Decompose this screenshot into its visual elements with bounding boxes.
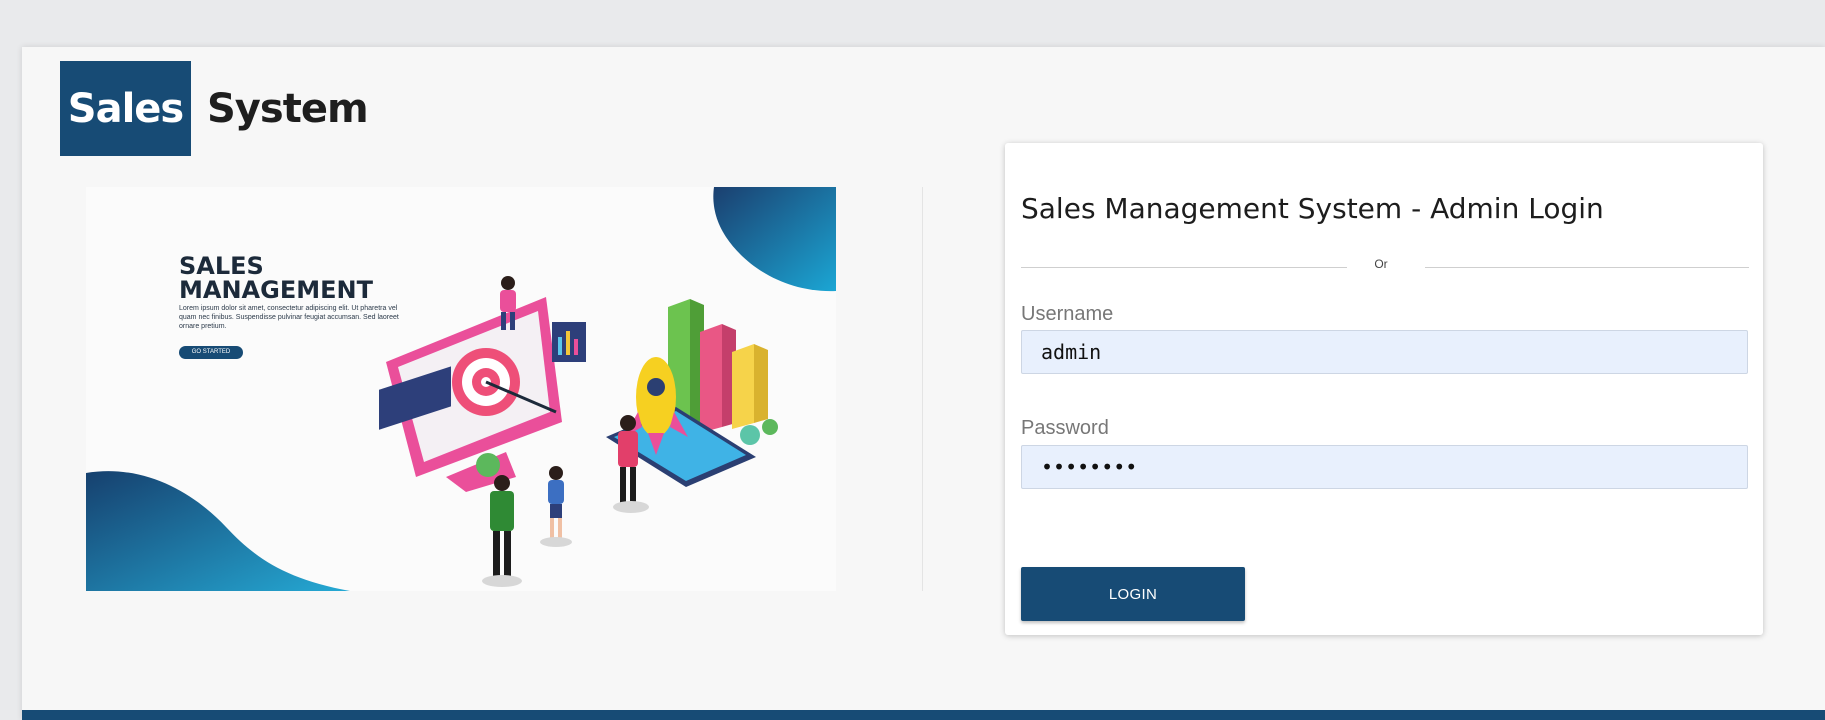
divider-line-left bbox=[1021, 267, 1347, 268]
login-button[interactable]: LOGIN bbox=[1021, 567, 1245, 621]
vertical-divider bbox=[922, 187, 923, 591]
decor-wave-top-right bbox=[713, 187, 836, 292]
page-container: Sales System SALES MANAGEMENT Lorem ipsu… bbox=[22, 47, 1825, 720]
divider-or-text: Or bbox=[1374, 257, 1388, 271]
logo-box: Sales bbox=[60, 61, 191, 156]
username-input[interactable] bbox=[1021, 330, 1748, 374]
hero-illustration: SALES MANAGEMENT Lorem ipsum dolor sit a… bbox=[86, 187, 836, 591]
login-card: Sales Management System - Admin Login Or… bbox=[1005, 143, 1763, 635]
hero-title: SALES MANAGEMENT bbox=[179, 252, 373, 304]
divider-line-right bbox=[1425, 267, 1749, 268]
sales-illustration bbox=[86, 187, 836, 591]
password-label: Password bbox=[1021, 417, 1109, 439]
hero-body-text: Lorem ipsum dolor sit amet, consectetur … bbox=[179, 305, 399, 330]
username-label: Username bbox=[1021, 303, 1114, 325]
hero-start-button: GO STARTED bbox=[179, 346, 243, 359]
password-input[interactable] bbox=[1021, 445, 1748, 489]
footer-bar bbox=[22, 710, 1825, 720]
login-title: Sales Management System - Admin Login bbox=[1021, 192, 1604, 225]
logo-text: System bbox=[207, 85, 369, 132]
decor-wave-bottom-left bbox=[86, 471, 350, 591]
app-logo: Sales System bbox=[60, 61, 369, 156]
